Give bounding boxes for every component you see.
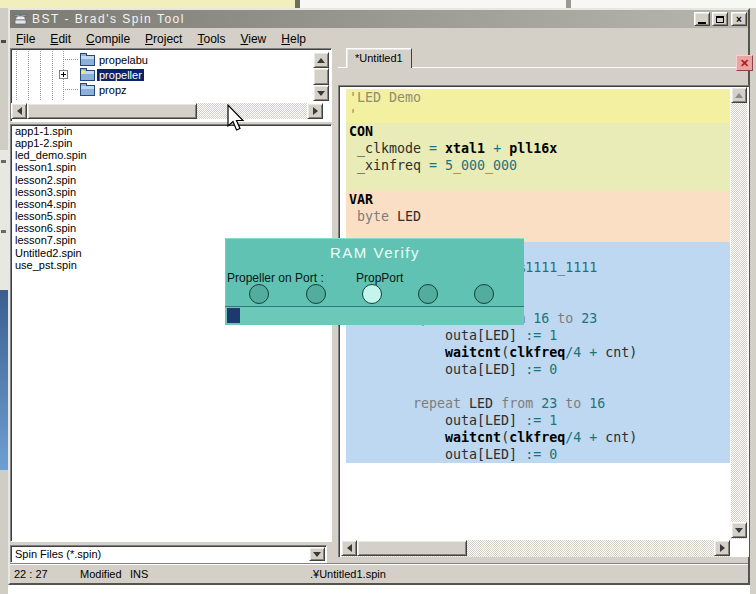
app-icon bbox=[13, 12, 28, 26]
background-mark2 bbox=[566, 0, 571, 8]
file-list: app1-1.spinapp1-2.spinled_demo.spinlesso… bbox=[10, 124, 332, 542]
menu-tools[interactable]: Tools bbox=[191, 31, 231, 47]
led-indicator-4 bbox=[418, 284, 438, 304]
editor-hscrollbar-thumb[interactable] bbox=[357, 540, 467, 556]
file-item[interactable]: lesson2.spin bbox=[11, 174, 331, 186]
tree-item-propeller[interactable]: propeller bbox=[11, 67, 311, 82]
background-speck bbox=[1, 40, 6, 43]
background-strip-left-blue bbox=[0, 290, 8, 470]
maximize-button[interactable] bbox=[712, 12, 728, 26]
tree-vscrollbar-thumb[interactable] bbox=[313, 68, 329, 85]
folder-icon bbox=[80, 83, 96, 96]
menu-help[interactable]: Help bbox=[275, 31, 312, 47]
file-item[interactable]: led_demo.spin bbox=[11, 149, 331, 161]
close-button[interactable]: × bbox=[731, 12, 747, 26]
code-line[interactable]: 'LED Demo bbox=[346, 89, 421, 106]
tab-close-button[interactable]: ✕ bbox=[736, 55, 753, 71]
code-line[interactable]: _xinfreq = 5_000_000 bbox=[346, 157, 517, 174]
led-indicator-1 bbox=[249, 284, 269, 304]
propport-label: PropPort bbox=[356, 271, 403, 285]
code-line[interactable] bbox=[346, 174, 349, 191]
port-label: Propeller on Port : bbox=[227, 271, 324, 285]
background-strip-top-yellow bbox=[0, 0, 295, 8]
combo-dropdown-button[interactable] bbox=[309, 547, 325, 561]
file-item[interactable]: lesson4.spin bbox=[11, 198, 331, 210]
editor-vscrollbar[interactable] bbox=[731, 87, 748, 539]
screen: BST - Brad's Spin Tool × File Edit Compi… bbox=[0, 0, 756, 594]
minimize-button[interactable] bbox=[694, 12, 710, 26]
background-speck bbox=[1, 230, 6, 233]
menu-edit[interactable]: Edit bbox=[44, 31, 77, 47]
ram-progress-bar bbox=[225, 307, 524, 325]
mouse-cursor bbox=[227, 104, 247, 134]
code-line[interactable]: VAR bbox=[346, 191, 373, 208]
code-line[interactable]: waitcnt(clkfreq/4 + cnt) bbox=[346, 344, 637, 361]
editor-hscrollbar[interactable] bbox=[341, 540, 730, 557]
tab-untitled1[interactable]: *Untitled1 bbox=[346, 48, 412, 68]
tree-hscrollbar[interactable] bbox=[11, 103, 323, 119]
status-bar: 22 : 27 Modified INS .¥Untitled1.spin bbox=[10, 563, 748, 583]
tree-item-propz[interactable]: propz bbox=[11, 82, 311, 97]
title-bar[interactable]: BST - Brad's Spin Tool bbox=[10, 10, 748, 28]
tree-hscrollbar-thumb[interactable] bbox=[27, 103, 197, 119]
status-position: 22 : 27 bbox=[14, 568, 48, 580]
code-line[interactable]: outa[LED] := 0 bbox=[346, 361, 557, 378]
code-line[interactable]: repeat LED from 23 to 16 bbox=[346, 395, 605, 412]
code-line[interactable]: byte LED bbox=[346, 208, 421, 225]
background-strip-left-white bbox=[0, 150, 8, 290]
status-mode: INS bbox=[130, 568, 148, 580]
background-mark bbox=[295, 0, 300, 8]
window-title: BST - Brad's Spin Tool bbox=[32, 12, 185, 26]
file-filter-combobox[interactable]: Spin Files (*.spin) bbox=[10, 545, 327, 563]
file-item[interactable]: lesson1.spin bbox=[11, 161, 331, 173]
menu-project[interactable]: Project bbox=[139, 31, 188, 47]
ram-dialog-title: RAM Verify bbox=[226, 244, 524, 261]
tree-vscrollbar[interactable] bbox=[313, 52, 329, 103]
tab-bar: *Untitled1 bbox=[338, 48, 748, 68]
combo-value: Spin Files (*.spin) bbox=[15, 548, 101, 560]
expand-icon[interactable] bbox=[59, 70, 68, 79]
code-line[interactable]: waitcnt(clkfreq/4 + cnt) bbox=[346, 429, 637, 446]
code-line[interactable]: ' bbox=[346, 106, 357, 123]
menu-compile[interactable]: Compile bbox=[80, 31, 136, 47]
code-line[interactable]: outa[LED] := 0 bbox=[346, 446, 557, 463]
ram-verify-dialog: RAM Verify Propeller on Port : PropPort bbox=[225, 238, 524, 325]
led-indicator-2 bbox=[306, 284, 326, 304]
project-tree: propelabu propeller propz bbox=[10, 48, 332, 122]
code-line[interactable]: outa[LED] := 1 bbox=[346, 327, 557, 344]
status-filename: .¥Untitled1.spin bbox=[310, 568, 386, 580]
menu-file[interactable]: File bbox=[10, 31, 41, 47]
menu-bar: File Edit Compile Project Tools View Hel… bbox=[10, 29, 748, 48]
status-modified: Modified bbox=[80, 568, 122, 580]
folder-icon bbox=[80, 53, 96, 66]
file-item[interactable]: lesson3.spin bbox=[11, 186, 331, 198]
code-line[interactable] bbox=[346, 378, 349, 395]
file-item[interactable]: lesson6.spin bbox=[11, 222, 331, 234]
code-line[interactable]: _clkmode = xtal1 + pll16x bbox=[346, 140, 557, 157]
tree-item-propelabu[interactable]: propelabu bbox=[11, 52, 311, 67]
background-speck bbox=[1, 160, 6, 163]
file-item[interactable]: app1-2.spin bbox=[11, 137, 331, 149]
menu-view[interactable]: View bbox=[234, 31, 272, 47]
code-line[interactable]: CON bbox=[346, 123, 373, 140]
folder-icon bbox=[80, 68, 96, 81]
led-indicator-5 bbox=[474, 284, 494, 304]
file-item[interactable]: lesson5.spin bbox=[11, 210, 331, 222]
led-indicator-3 bbox=[362, 284, 382, 304]
background-strip-right bbox=[750, 8, 756, 594]
ram-progress-fill bbox=[227, 308, 240, 323]
file-item[interactable]: app1-1.spin bbox=[11, 125, 331, 137]
code-line[interactable]: outa[LED] := 1 bbox=[346, 412, 557, 429]
ram-dialog-body: RAM Verify Propeller on Port : PropPort bbox=[225, 238, 524, 306]
